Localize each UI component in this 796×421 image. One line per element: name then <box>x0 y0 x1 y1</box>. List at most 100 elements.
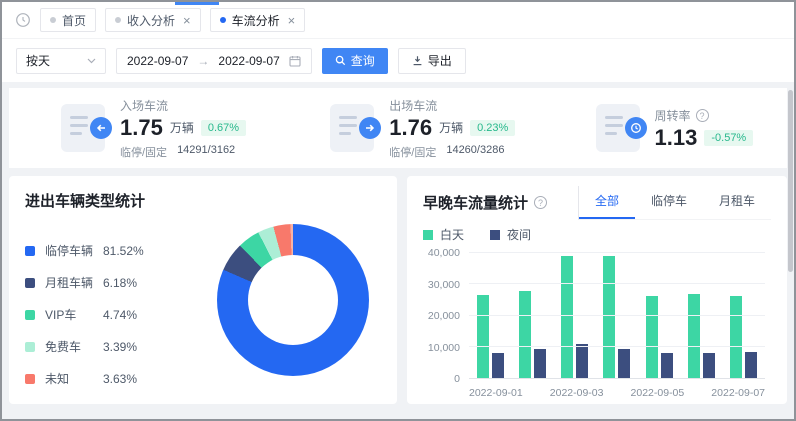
tab-home[interactable]: 首页 <box>40 8 96 32</box>
stat-value: 1.76 <box>389 117 432 139</box>
bar-day <box>519 291 531 378</box>
legend-label: 夜间 <box>507 226 531 243</box>
x-label: 2022-09-03 <box>550 387 604 399</box>
tab-dot-icon <box>50 17 56 23</box>
stat-detail-label: 临停/固定 <box>120 144 167 160</box>
panel-title: 进出车辆类型统计 <box>25 190 381 211</box>
legend-label: 临停车辆 <box>45 242 103 259</box>
stat-change-badge: 0.23% <box>470 120 515 136</box>
pie-legend-item[interactable]: 免费车3.39% <box>25 338 195 355</box>
query-button[interactable]: 查询 <box>322 48 388 74</box>
bar-day <box>603 256 615 379</box>
bar-day <box>646 296 658 379</box>
bar-night <box>703 353 715 378</box>
bar-day <box>477 295 489 378</box>
x-axis-labels: 2022-09-01 2022-09-03 2022-09-05 2022-09-07 <box>469 381 765 399</box>
daily-traffic-panel: 早晚车流量统计 ? 全部 临停车 月租车 白天 夜间 010,00020,0003… <box>407 176 787 404</box>
legend-value: 6.18% <box>103 276 137 290</box>
tab-dot-icon <box>115 17 121 23</box>
legend-label: 其他 <box>45 402 103 404</box>
x-label: 2022-09-07 <box>711 387 765 399</box>
tab-monthly[interactable]: 月租车 <box>703 186 771 219</box>
donut-chart <box>217 224 369 376</box>
close-icon[interactable]: × <box>288 14 296 27</box>
legend-label: 白天 <box>440 226 464 243</box>
stat-turnover-rate: 周转率 ? 1.13 -0.57% <box>556 104 787 152</box>
y-tick-label: 20,000 <box>428 310 460 322</box>
bar-group <box>469 253 511 378</box>
stat-inbound-traffic: 入场车流 1.75 万辆 0.67% 临停/固定 14291/3162 <box>9 97 286 160</box>
legend-value: 0.54% <box>103 404 137 405</box>
legend-label: VIP车 <box>45 306 103 323</box>
bar-day <box>561 256 573 379</box>
tab-label: 首页 <box>62 12 86 29</box>
legend-value: 3.63% <box>103 372 137 386</box>
stat-outbound-traffic: 出场车流 1.76 万辆 0.23% 临停/固定 14260/3286 <box>286 97 555 160</box>
bar-night <box>576 344 588 378</box>
bar-group <box>638 253 680 378</box>
legend-value: 4.74% <box>103 308 137 322</box>
chart-tabs: 全部 临停车 月租车 <box>578 186 771 220</box>
pie-legend-item[interactable]: 未知3.63% <box>25 370 195 387</box>
bar-legend-item[interactable]: 夜间 <box>490 226 531 243</box>
stat-value: 1.75 <box>120 117 163 139</box>
info-icon[interactable]: ? <box>534 196 547 209</box>
y-tick-label: 40,000 <box>428 247 460 259</box>
tab-all[interactable]: 全部 <box>579 186 635 219</box>
query-button-label: 查询 <box>351 52 375 69</box>
panel-title: 早晚车流量统计 <box>423 192 528 213</box>
gridline <box>469 346 765 347</box>
stats-summary-card: 入场车流 1.75 万辆 0.67% 临停/固定 14291/3162 <box>9 88 787 168</box>
period-select[interactable]: 按天 <box>16 48 106 74</box>
bar-legend-item[interactable]: 白天 <box>423 226 464 243</box>
chevron-down-icon <box>87 58 96 64</box>
refresh-icon[interactable] <box>14 12 31 29</box>
stat-change-badge: 0.67% <box>201 120 246 136</box>
bar-group <box>723 253 765 378</box>
bar-group <box>511 253 553 378</box>
export-button-label: 导出 <box>428 52 452 69</box>
period-select-value: 按天 <box>26 52 50 69</box>
bar-group <box>680 253 722 378</box>
stat-detail-value: 14260/3286 <box>446 144 504 160</box>
bar-group <box>596 253 638 378</box>
vehicle-type-panel: 进出车辆类型统计 临停车辆81.52% 月租车辆6.18% VIP车4.74% 免费车… <box>9 176 397 404</box>
legend-value: 3.39% <box>103 340 137 354</box>
legend-label: 未知 <box>45 370 103 387</box>
info-icon[interactable]: ? <box>696 109 709 122</box>
stat-unit: 万辆 <box>170 119 194 136</box>
export-button[interactable]: 导出 <box>398 48 466 74</box>
pie-legend-item[interactable]: 月租车辆6.18% <box>25 274 195 291</box>
vertical-scrollbar[interactable] <box>788 90 793 272</box>
pie-legend-item[interactable]: VIP车4.74% <box>25 306 195 323</box>
stat-unit: 万辆 <box>439 119 463 136</box>
legend-swatch-icon <box>490 230 500 240</box>
legend-swatch-icon <box>25 374 35 384</box>
legend-label: 月租车辆 <box>45 274 103 291</box>
export-icon <box>412 55 423 66</box>
plot-area <box>469 253 765 379</box>
x-label: 2022-09-01 <box>469 387 523 399</box>
tab-temporary[interactable]: 临停车 <box>635 186 703 219</box>
stat-title: 周转率 <box>655 107 691 124</box>
gridline <box>469 252 765 253</box>
tab-traffic-analysis[interactable]: 车流分析 × <box>210 8 306 32</box>
doc-arrow-out-icon <box>330 104 374 152</box>
y-axis: 010,00020,00030,00040,000 <box>423 253 469 399</box>
bar-night <box>534 349 546 378</box>
stat-change-badge: -0.57% <box>704 130 753 146</box>
x-label: 2022-09-05 <box>631 387 685 399</box>
pie-legend-item[interactable]: 临停车辆81.52% <box>25 242 195 259</box>
close-icon[interactable]: × <box>183 14 191 27</box>
search-icon <box>335 55 346 66</box>
stat-detail-value: 14291/3162 <box>177 144 235 160</box>
filter-bar: 按天 2022-09-07 → 2022-09-07 查询 导出 <box>2 38 794 82</box>
tab-dot-icon <box>220 17 226 23</box>
tab-income-analysis[interactable]: 收入分析 × <box>105 8 201 32</box>
stat-detail-label: 临停/固定 <box>389 144 436 160</box>
pie-legend-item[interactable]: 其他0.54% <box>25 402 195 404</box>
bars-row <box>469 253 765 378</box>
bar-day <box>688 294 700 378</box>
date-range-picker[interactable]: 2022-09-07 → 2022-09-07 <box>116 48 312 74</box>
bar-legend: 白天 夜间 <box>423 226 771 243</box>
